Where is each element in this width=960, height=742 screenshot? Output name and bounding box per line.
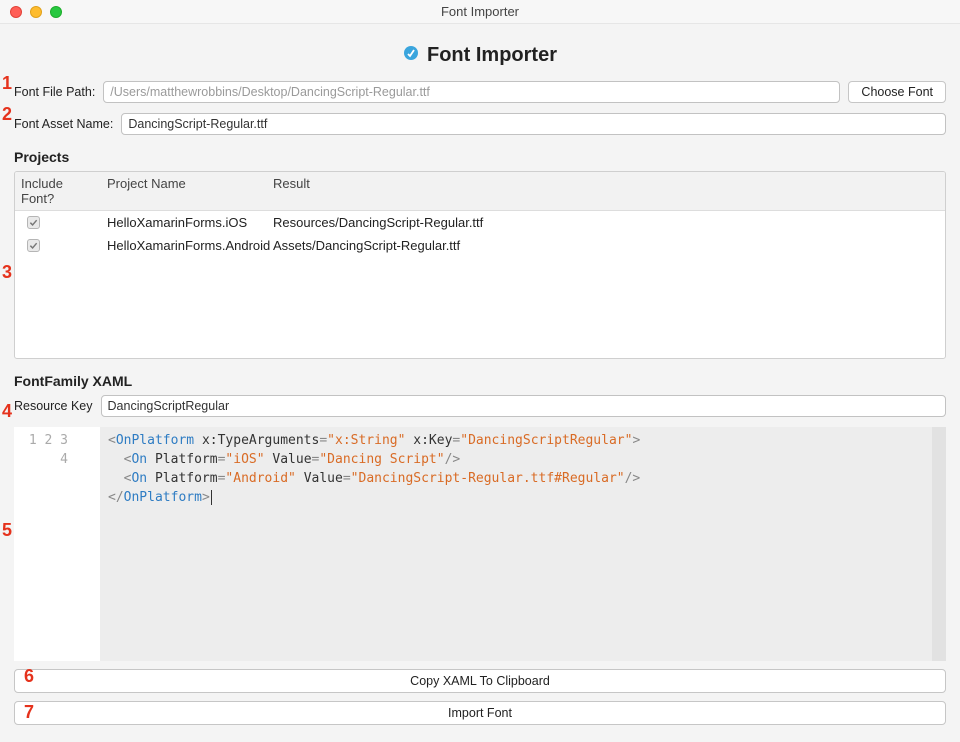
mfractor-icon	[403, 44, 419, 67]
projects-table-header: Include Font? Project Name Result	[15, 172, 945, 211]
include-cell	[15, 234, 101, 257]
copy-xaml-button[interactable]: Copy XAML To Clipboard	[14, 669, 946, 693]
include-checkbox[interactable]	[27, 239, 40, 252]
font-asset-name-input[interactable]	[121, 113, 946, 135]
window-title: Font Importer	[0, 4, 960, 19]
callout-1: 1	[2, 73, 12, 94]
resource-key-row: Resource Key	[14, 395, 946, 417]
callout-4: 4	[2, 401, 12, 422]
font-asset-name-label: Font Asset Name:	[14, 117, 113, 131]
include-checkbox[interactable]	[27, 216, 40, 229]
page-title: Font Importer	[14, 44, 946, 67]
resource-key-input[interactable]	[101, 395, 946, 417]
callout-7: 7	[24, 702, 34, 723]
xaml-section-title: FontFamily XAML	[14, 373, 946, 389]
code-minimap	[932, 427, 946, 661]
table-row: HelloXamarinForms.AndroidAssets/DancingS…	[15, 234, 945, 257]
projects-table: Include Font? Project Name Result HelloX…	[14, 171, 946, 359]
font-file-path-input[interactable]	[103, 81, 840, 103]
table-row: HelloXamarinForms.iOSResources/DancingSc…	[15, 211, 945, 234]
result-cell: Resources/DancingScript-Regular.ttf	[267, 211, 945, 234]
xaml-editor[interactable]: 1 2 3 4 <OnPlatform x:TypeArguments="x:S…	[14, 427, 946, 661]
column-include: Include Font?	[15, 172, 101, 210]
callout-5: 5	[2, 520, 12, 541]
xaml-code[interactable]: <OnPlatform x:TypeArguments="x:String" x…	[100, 427, 946, 661]
projects-section-title: Projects	[14, 149, 946, 165]
font-file-path-label: Font File Path:	[14, 85, 95, 99]
import-font-button[interactable]: Import Font	[14, 701, 946, 725]
font-asset-name-row: Font Asset Name:	[14, 113, 946, 135]
result-cell: Assets/DancingScript-Regular.ttf	[267, 234, 945, 257]
project-name-cell: HelloXamarinForms.iOS	[101, 211, 267, 234]
column-result: Result	[267, 172, 945, 210]
callout-2: 2	[2, 104, 12, 125]
include-cell	[15, 211, 101, 234]
callout-3: 3	[2, 262, 12, 283]
project-name-cell: HelloXamarinForms.Android	[101, 234, 267, 257]
font-importer-window: Font Importer Font Importer Font File Pa…	[0, 0, 960, 742]
resource-key-label: Resource Key	[14, 399, 93, 413]
font-file-path-row: Font File Path: Choose Font	[14, 81, 946, 103]
titlebar: Font Importer	[0, 0, 960, 24]
callout-6: 6	[24, 666, 34, 687]
column-project: Project Name	[101, 172, 267, 210]
choose-font-button[interactable]: Choose Font	[848, 81, 946, 103]
line-number-gutter: 1 2 3 4	[14, 427, 100, 661]
